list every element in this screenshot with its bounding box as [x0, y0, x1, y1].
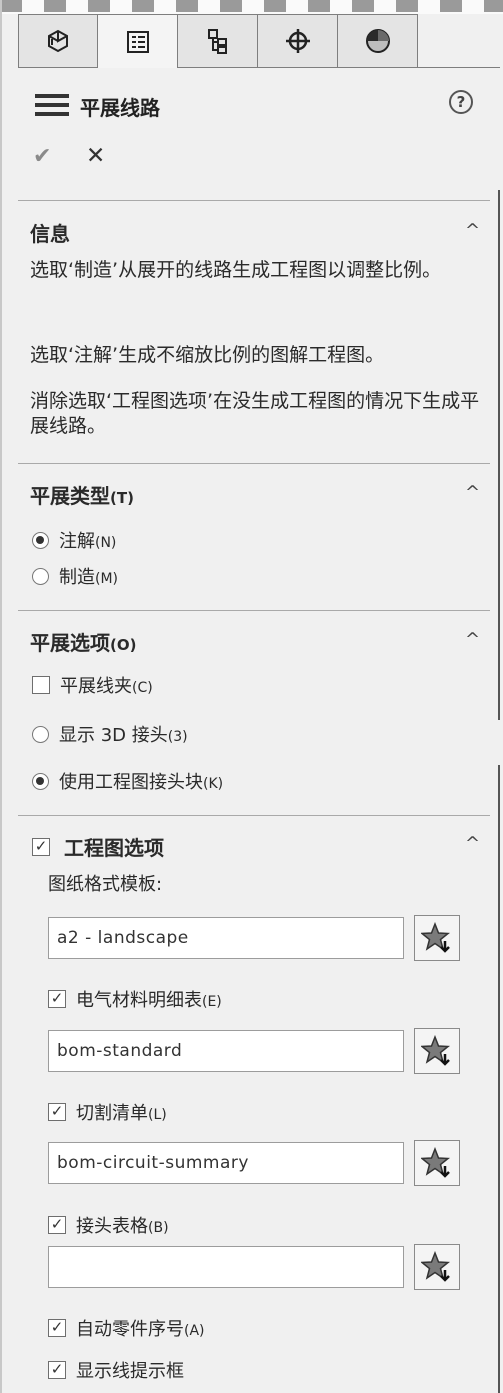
page-title: 平展线路	[80, 96, 160, 120]
ok-button[interactable]: ✔	[33, 144, 51, 169]
use-drawing-connector-block-radio[interactable]: 使用工程图接头块(K)	[32, 768, 223, 794]
radio-selected-icon	[32, 772, 49, 790]
info-paragraph-3: 消除选取‘工程图选项’在没生成工程图的情况下生成平展线路。	[30, 390, 480, 437]
radio-unselected-icon	[32, 725, 49, 743]
electrical-bom-checkbox[interactable]: ✓ 电气材料明细表(E)	[48, 986, 222, 1012]
panel-left-edge	[0, 0, 2, 1393]
favorite-star-icon	[421, 1035, 451, 1066]
favorite-star-icon	[421, 1147, 451, 1178]
flatten-type-section-title: 平展类型(T)	[30, 484, 134, 508]
checkbox-checked-icon: ✓	[32, 837, 50, 856]
use-drawing-connector-block-label: 使用工程图接头块(K)	[59, 772, 224, 793]
checkbox-checked-icon: ✓	[48, 1361, 66, 1379]
cut-list-label: 切割清单(L)	[76, 1103, 167, 1124]
drawing-options-collapse-caret-icon[interactable]: ^	[465, 833, 480, 854]
show-3d-connectors-label: 显示 3D 接头(3)	[59, 725, 188, 746]
favorite-star-icon	[421, 922, 451, 953]
checkbox-checked-icon: ✓	[48, 1319, 66, 1337]
checkbox-checked-icon: ✓	[48, 1216, 66, 1234]
connector-table-template-field[interactable]	[48, 1246, 404, 1288]
favorite-star-icon	[421, 1251, 451, 1282]
flatten-clips-label: 平展线夹(C)	[60, 676, 153, 697]
electrical-bom-label: 电气材料明细表(E)	[76, 990, 222, 1011]
flatten-type-annotation-label: 注解(N)	[59, 531, 117, 552]
show-wire-callouts-checkbox[interactable]: ✓ 显示线提示框	[48, 1357, 184, 1383]
info-paragraph-1: 选取‘制造’从展开的线路生成工程图以调整比例。	[30, 259, 442, 281]
featuremanager-tab-icon	[48, 29, 68, 53]
scrollbar-track-segment	[498, 190, 500, 720]
flatten-type-collapse-caret-icon[interactable]: ^	[465, 482, 480, 503]
checkbox-checked-icon: ✓	[48, 1103, 66, 1121]
info-section-title: 信息	[30, 222, 70, 246]
cut-list-browse-button[interactable]	[414, 1140, 460, 1186]
radio-selected-icon	[32, 531, 49, 549]
info-collapse-caret-icon[interactable]: ^	[465, 220, 480, 241]
tab-baseline	[418, 67, 500, 68]
featuremanager-tab[interactable]	[18, 14, 98, 68]
show-wire-callouts-label: 显示线提示框	[76, 1361, 184, 1382]
scrollbar-track-segment	[498, 765, 500, 1393]
radio-unselected-icon	[32, 567, 49, 585]
show-3d-connectors-radio[interactable]: 显示 3D 接头(3)	[32, 721, 188, 747]
vertical-scrollbar[interactable]	[496, 0, 503, 1393]
flatten-type-annotation-radio[interactable]: 注解(N)	[32, 527, 116, 553]
sheet-format-browse-button[interactable]	[414, 915, 460, 961]
cut-list-template-field[interactable]	[48, 1142, 404, 1184]
propertymanager-tab-icon	[126, 30, 149, 53]
flatten-type-manufacture-label: 制造(M)	[59, 567, 119, 588]
flatten-type-manufacture-radio[interactable]: 制造(M)	[32, 563, 118, 589]
flatten-options-collapse-caret-icon[interactable]: ^	[465, 629, 480, 650]
sheet-format-template-label: 图纸格式模板:	[48, 874, 163, 895]
cancel-button[interactable]: ✕	[86, 143, 105, 169]
sheet-format-template-field[interactable]	[48, 917, 404, 959]
cut-list-checkbox[interactable]: ✓ 切割清单(L)	[48, 1099, 167, 1125]
dimxpert-tab[interactable]	[258, 14, 338, 68]
checkbox-checked-icon: ✓	[48, 990, 66, 1008]
top-strip	[0, 0, 503, 14]
dimxpert-tab-icon	[285, 29, 310, 53]
propertymanager-tab[interactable]	[98, 14, 178, 68]
divider	[18, 610, 490, 611]
connector-table-browse-button[interactable]	[414, 1244, 460, 1290]
drawing-options-checkbox[interactable]: ✓ 工程图选项	[32, 832, 164, 861]
electrical-bom-browse-button[interactable]	[414, 1028, 460, 1074]
info-paragraph-2: 选取‘注解’生成不缩放比例的图解工程图。	[30, 344, 385, 366]
configurationmanager-tab-icon	[207, 29, 227, 54]
connector-table-label: 接头表格(B)	[76, 1216, 169, 1237]
divider	[18, 815, 490, 816]
flatten-clips-checkbox[interactable]: 平展线夹(C)	[32, 672, 153, 698]
drawing-options-section-title: 工程图选项	[64, 836, 164, 860]
connector-table-checkbox[interactable]: ✓ 接头表格(B)	[48, 1212, 169, 1238]
divider	[18, 200, 490, 201]
help-icon[interactable]: ?	[449, 90, 473, 114]
electrical-bom-template-field[interactable]	[48, 1030, 404, 1072]
configurationmanager-tab[interactable]	[178, 14, 258, 68]
flatten-route-icon	[35, 93, 69, 121]
auto-balloon-checkbox[interactable]: ✓ 自动零件序号(A)	[48, 1315, 205, 1341]
flatten-options-section-title: 平展选项(O)	[30, 631, 137, 655]
divider	[18, 463, 490, 464]
appearance-tab[interactable]	[338, 14, 418, 68]
manager-tabs	[18, 14, 418, 68]
checkbox-unchecked-icon	[32, 676, 50, 694]
auto-balloon-label: 自动零件序号(A)	[76, 1319, 205, 1340]
appearance-tab-icon	[365, 29, 390, 53]
